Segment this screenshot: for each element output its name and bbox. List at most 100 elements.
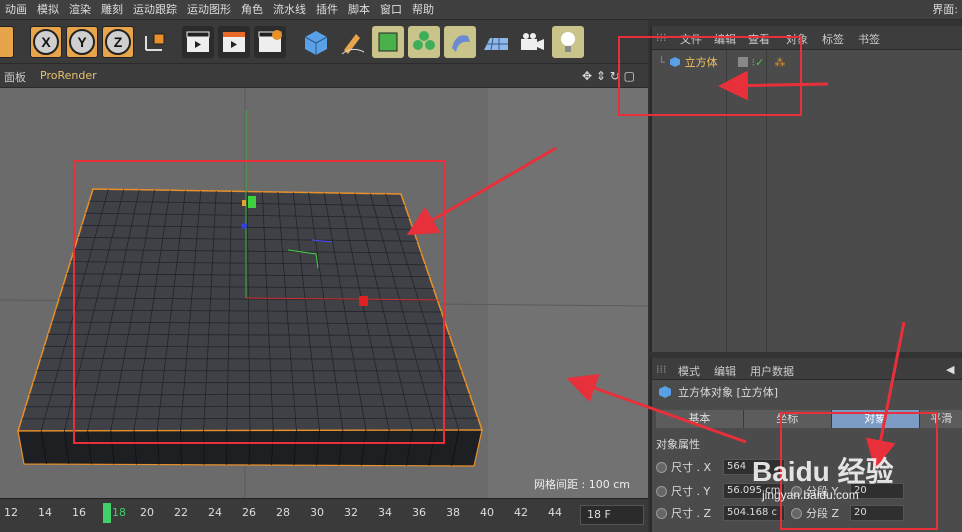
size-y-animate-radio[interactable] [656, 485, 667, 497]
size-y-label: 尺寸 . Y [671, 485, 711, 498]
menu-script[interactable]: 脚本 [343, 0, 375, 20]
viewport-prorender-menu[interactable]: ProRender [40, 69, 97, 82]
om-menu-edit[interactable]: 编辑 [714, 31, 736, 47]
cube-mesh[interactable] [16, 188, 484, 467]
z-axis-lock-button[interactable]: Z [102, 26, 134, 58]
watermark-url: jingyan.baidu.com [762, 488, 859, 502]
menu-plugins[interactable]: 插件 [311, 0, 343, 20]
size-z-field[interactable]: 504.168 c [723, 505, 785, 521]
3d-viewport[interactable]: 面板 ProRender ✥ ⇕ ↻ ▢ 网格间距 : 100 cm [0, 64, 648, 498]
coordinate-system-button[interactable] [138, 26, 170, 58]
clapper-gear-icon [258, 30, 282, 52]
tab-object[interactable]: 对象 [831, 410, 920, 428]
clapper-icon [186, 31, 210, 52]
pen-spline-button[interactable] [336, 26, 368, 58]
subdivision-surface-button[interactable] [372, 26, 404, 58]
tab-smoothing[interactable]: 平滑 [919, 410, 962, 428]
menu-animation[interactable]: 动画 [0, 0, 32, 20]
y-axis-label: Y [69, 29, 95, 55]
timeline-playhead[interactable] [103, 503, 111, 523]
timeline-tick: 18 [112, 506, 126, 519]
om-menu-bookmark[interactable]: 书签 [858, 31, 880, 47]
attribute-manager: ⁞⁞⁞ 模式 编辑 用户数据 ◀ 立方体对象 [立方体] 基本 坐标 对象 平滑… [650, 358, 962, 532]
cube-primitive-button[interactable] [300, 26, 332, 58]
x-axis-label: X [33, 29, 59, 55]
viewport-nav-icons[interactable]: ✥ ⇕ ↻ ▢ [582, 69, 635, 83]
timeline-tick: 20 [140, 506, 154, 519]
light-button[interactable] [552, 26, 584, 58]
size-x-animate-radio[interactable] [656, 461, 667, 473]
seg-z-animate-radio[interactable] [791, 507, 802, 519]
timeline-tick: 34 [378, 506, 392, 519]
render-settings-button[interactable] [254, 26, 286, 58]
om-menu-tag[interactable]: 标签 [822, 31, 844, 47]
object-name[interactable]: 立方体 [685, 54, 718, 70]
layout-label: 界面: [932, 3, 958, 16]
tree-line: └ [658, 55, 665, 69]
floor-grid-icon [484, 37, 508, 51]
deformer-button[interactable] [444, 26, 476, 58]
render-view-button[interactable] [182, 26, 214, 58]
object-manager: ⁞⁞⁞ 文件 编辑 查看 对象 标签 书签 └ 立方体 ⁝✓ ⁂ [650, 26, 962, 352]
cube-object-icon [659, 386, 671, 398]
menu-bar: 动画 模拟 渲染 雕刻 运动跟踪 运动图形 角色 流水线 插件 脚本 窗口 帮助… [0, 0, 962, 20]
tab-basic[interactable]: 基本 [656, 410, 744, 428]
menu-help[interactable]: 帮助 [407, 0, 439, 20]
render-region-button[interactable] [218, 26, 250, 58]
am-menu-edit[interactable]: 编辑 [714, 363, 736, 379]
viewport-header: 面板 ProRender ✥ ⇕ ↻ ▢ [0, 64, 648, 88]
object-row-cube[interactable]: └ 立方体 ⁝✓ ⁂ [658, 54, 785, 70]
floor-button[interactable] [480, 26, 512, 58]
panel-grip-icon[interactable]: ⁞⁞⁞ [656, 31, 667, 44]
pen-icon [341, 34, 365, 55]
timeline[interactable]: 12 14 16 18 20 22 24 26 28 30 32 34 36 38 40 42 44 18 F [0, 498, 648, 532]
x-axis-lock-button[interactable]: X [30, 26, 62, 58]
camera-icon [521, 33, 544, 50]
panel-grip-icon[interactable]: ⁞⁞⁞ [656, 363, 667, 376]
back-arrow-icon[interactable]: ◀ [946, 363, 954, 376]
current-frame-field[interactable]: 18 F [580, 505, 644, 525]
object-manager-menu: ⁞⁞⁞ 文件 编辑 查看 对象 标签 书签 [652, 26, 962, 50]
am-menu-mode[interactable]: 模式 [678, 363, 700, 379]
seg-z-label: 分段 Z [806, 507, 840, 520]
menu-pipeline[interactable]: 流水线 [268, 0, 311, 20]
menu-mograph[interactable]: 运动图形 [182, 0, 236, 20]
size-z-animate-radio[interactable] [656, 507, 667, 519]
light-bulb-icon [561, 32, 575, 52]
timeline-tick: 32 [344, 506, 358, 519]
viewport-scene [0, 88, 648, 498]
seg-z-field[interactable]: 20 [850, 505, 904, 521]
menu-render[interactable]: 渲染 [64, 0, 96, 20]
grid-spacing-label: 网格间距 : 100 cm [534, 478, 630, 491]
timeline-tick: 16 [72, 506, 86, 519]
menu-window[interactable]: 窗口 [375, 0, 407, 20]
menu-motion-tracking[interactable]: 运动跟踪 [128, 0, 182, 20]
menu-character[interactable]: 角色 [236, 0, 268, 20]
move-tool-button[interactable] [0, 26, 14, 58]
om-menu-object[interactable]: 对象 [786, 31, 808, 47]
om-menu-view[interactable]: 查看 [748, 31, 770, 47]
attribute-title: 立方体对象 [立方体] [658, 384, 778, 400]
cloner-button[interactable] [408, 26, 440, 58]
subdivision-icon [378, 32, 398, 52]
timeline-tick: 22 [174, 506, 188, 519]
timeline-tick: 26 [242, 506, 256, 519]
timeline-tick: 42 [514, 506, 528, 519]
y-axis-lock-button[interactable]: Y [66, 26, 98, 58]
am-menu-userdata[interactable]: 用户数据 [750, 363, 794, 379]
visibility-check-icon[interactable]: ⁝✓ [752, 56, 765, 69]
size-x-label: 尺寸 . X [671, 461, 712, 474]
layer-icon[interactable] [737, 57, 748, 67]
viewport-panel-menu[interactable]: 面板 [4, 69, 26, 85]
tag-icon[interactable]: ⁂ [774, 56, 785, 69]
attribute-manager-menu: ⁞⁞⁞ 模式 编辑 用户数据 ◀ [652, 358, 962, 380]
cube-icon [304, 31, 328, 55]
om-menu-file[interactable]: 文件 [680, 31, 702, 47]
menu-simulate[interactable]: 模拟 [32, 0, 64, 20]
size-z-label: 尺寸 . Z [671, 507, 712, 520]
camera-button[interactable] [516, 26, 548, 58]
menu-sculpt[interactable]: 雕刻 [96, 0, 128, 20]
bend-deformer-icon [452, 35, 470, 52]
tab-coord[interactable]: 坐标 [743, 410, 832, 428]
coordinate-system-icon [145, 33, 165, 51]
